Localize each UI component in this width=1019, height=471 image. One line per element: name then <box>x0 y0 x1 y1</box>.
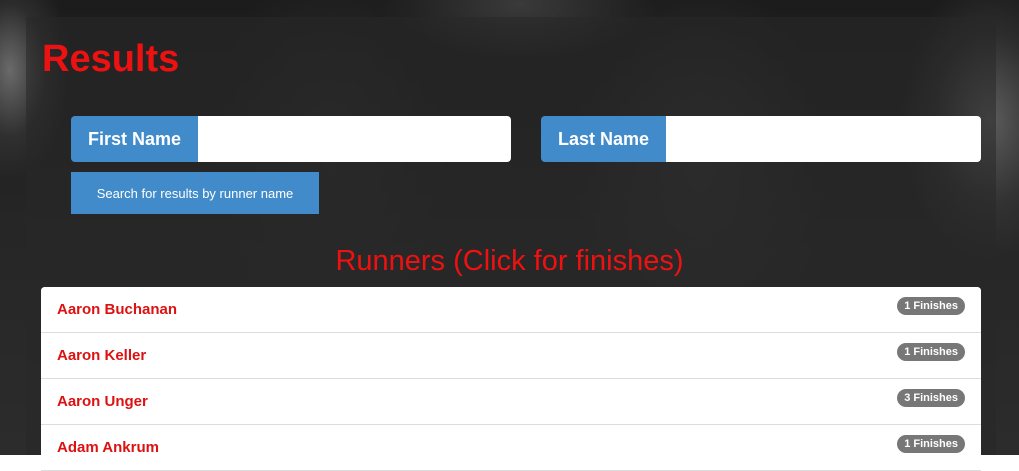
last-name-input[interactable] <box>666 116 981 162</box>
runner-list: Aaron Buchanan 1 Finishes Aaron Keller 1… <box>41 287 981 471</box>
finishes-badge: 3 Finishes <box>897 389 965 407</box>
runner-list-item[interactable]: Adam Ankrum 1 Finishes <box>41 425 981 471</box>
runner-name-link[interactable]: Aaron Buchanan <box>57 301 177 318</box>
last-name-group: Last Name <box>541 116 981 162</box>
runner-name-link[interactable]: Aaron Unger <box>57 393 148 410</box>
runner-list-item[interactable]: Aaron Keller 1 Finishes <box>41 333 981 379</box>
page-title: Results <box>42 38 180 80</box>
runner-name-link[interactable]: Aaron Keller <box>57 347 146 364</box>
finishes-badge: 1 Finishes <box>897 297 965 315</box>
runner-list-item[interactable]: Aaron Buchanan 1 Finishes <box>41 287 981 333</box>
first-name-group: First Name <box>71 116 511 162</box>
runner-list-item[interactable]: Aaron Unger 3 Finishes <box>41 379 981 425</box>
runner-name-link[interactable]: Adam Ankrum <box>57 439 159 456</box>
first-name-input[interactable] <box>198 116 511 162</box>
last-name-label: Last Name <box>541 116 667 162</box>
finishes-badge: 1 Finishes <box>897 343 965 361</box>
runners-section-title: Runners (Click for finishes) <box>335 245 684 277</box>
search-runner-button[interactable]: Search for results by runner name <box>71 172 319 214</box>
first-name-label: First Name <box>71 116 199 162</box>
finishes-badge: 1 Finishes <box>897 435 965 453</box>
